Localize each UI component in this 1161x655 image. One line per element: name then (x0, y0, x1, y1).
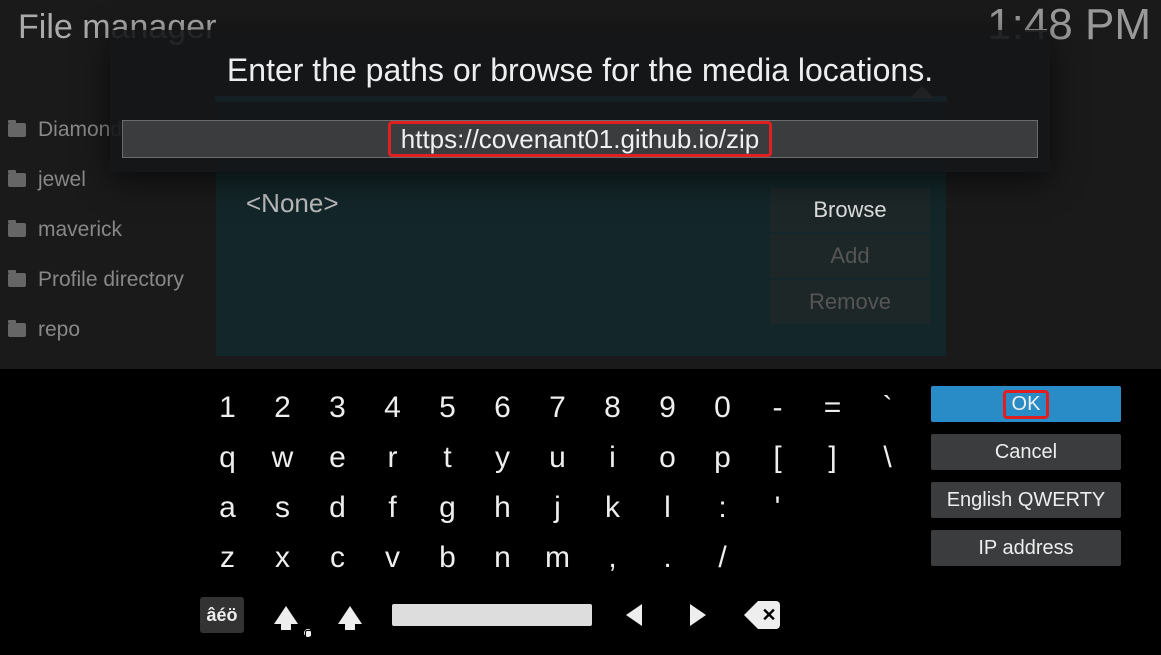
folder-icon (8, 173, 26, 187)
lock-icon (302, 627, 314, 639)
key-\[interactable]: \ (860, 433, 915, 483)
key-u[interactable]: u (530, 433, 585, 483)
key-t[interactable]: t (420, 433, 475, 483)
key-`[interactable]: ` (860, 383, 915, 433)
ip-address-button[interactable]: IP address (931, 530, 1121, 566)
panel-side-buttons: Browse Add Remove (770, 188, 930, 326)
key-5[interactable]: 5 (420, 383, 475, 433)
backspace-key[interactable]: ✕ (740, 597, 784, 633)
folder-icon (8, 123, 26, 137)
shift-icon (274, 606, 298, 624)
key-q[interactable]: q (200, 433, 255, 483)
folder-icon (8, 323, 26, 337)
key-'[interactable]: ' (750, 483, 805, 533)
sidebar-item-profile-directory[interactable]: Profile directory (8, 255, 208, 305)
key-b[interactable]: b (420, 533, 475, 583)
key-l[interactable]: l (640, 483, 695, 533)
cancel-button[interactable]: Cancel (931, 434, 1121, 470)
key-=[interactable]: = (805, 383, 860, 433)
keyboard-row: zxcvbnm,./ (200, 533, 915, 583)
keyboard-row: 1234567890-=` (200, 383, 915, 433)
dialog-prompt: Enter the paths or browse for the media … (110, 52, 1050, 89)
ok-button[interactable]: OK (931, 386, 1121, 422)
spacebar-key[interactable] (392, 604, 592, 626)
key-3[interactable]: 3 (310, 383, 365, 433)
key-e[interactable]: e (310, 433, 365, 483)
key-c[interactable]: c (310, 533, 365, 583)
cursor-left-key[interactable] (612, 597, 656, 633)
sidebar-item-label: repo (38, 318, 80, 342)
remove-button: Remove (770, 280, 930, 324)
triangle-left-icon (626, 604, 642, 626)
key-:[interactable]: : (695, 483, 750, 533)
key-g[interactable]: g (420, 483, 475, 533)
key-][interactable]: ] (805, 433, 860, 483)
shift-icon (338, 606, 362, 624)
key-p[interactable]: p (695, 433, 750, 483)
url-input-value: https://covenant01.github.io/zip (388, 121, 772, 157)
sidebar-item-label: jewel (38, 168, 86, 192)
shift-key[interactable] (328, 597, 372, 633)
caps-lock-key[interactable] (264, 597, 308, 633)
key-a[interactable]: a (200, 483, 255, 533)
path-placeholder[interactable]: <None> (246, 188, 339, 219)
keyboard-row: asdfghjkl:' (200, 483, 915, 533)
key-8[interactable]: 8 (585, 383, 640, 433)
add-button: Add (770, 234, 930, 278)
backspace-icon (744, 601, 758, 629)
key-r[interactable]: r (365, 433, 420, 483)
key-7[interactable]: 7 (530, 383, 585, 433)
sidebar-item-maverick[interactable]: maverick (8, 205, 208, 255)
key-[[interactable]: [ (750, 433, 805, 483)
folder-icon (8, 273, 26, 287)
key-.[interactable]: . (640, 533, 695, 583)
key-d[interactable]: d (310, 483, 365, 533)
url-input[interactable]: https://covenant01.github.io/zip (122, 120, 1038, 158)
key-k[interactable]: k (585, 483, 640, 533)
key-z[interactable]: z (200, 533, 255, 583)
key-9[interactable]: 9 (640, 383, 695, 433)
key-4[interactable]: 4 (365, 383, 420, 433)
sidebar-item-label: Profile directory (38, 268, 184, 292)
sidebar-item-repo[interactable]: repo (8, 305, 208, 355)
key-,[interactable]: , (585, 533, 640, 583)
folder-icon (8, 223, 26, 237)
browse-button[interactable]: Browse (770, 188, 930, 232)
key-0[interactable]: 0 (695, 383, 750, 433)
layout-button[interactable]: English QWERTY (931, 482, 1121, 518)
key-2[interactable]: 2 (255, 383, 310, 433)
key-n[interactable]: n (475, 533, 530, 583)
keyboard-actions: OK Cancel English QWERTY IP address (931, 386, 1121, 566)
key-6[interactable]: 6 (475, 383, 530, 433)
key-v[interactable]: v (365, 533, 420, 583)
key-/[interactable]: / (695, 533, 750, 583)
key-s[interactable]: s (255, 483, 310, 533)
key-h[interactable]: h (475, 483, 530, 533)
input-dialog: Enter the paths or browse for the media … (110, 30, 1050, 172)
key-j[interactable]: j (530, 483, 585, 533)
backspace-x-icon: ✕ (758, 601, 780, 629)
key-m[interactable]: m (530, 533, 585, 583)
key-o[interactable]: o (640, 433, 695, 483)
key-w[interactable]: w (255, 433, 310, 483)
keyboard-row: qwertyuiop[]\ (200, 433, 915, 483)
key-y[interactable]: y (475, 433, 530, 483)
key-f[interactable]: f (365, 483, 420, 533)
key-i[interactable]: i (585, 433, 640, 483)
key--[interactable]: - (750, 383, 805, 433)
cursor-right-key[interactable] (676, 597, 720, 633)
accent-key[interactable]: âéö (200, 597, 244, 633)
key-x[interactable]: x (255, 533, 310, 583)
sidebar-item-label: maverick (38, 218, 122, 242)
key-1[interactable]: 1 (200, 383, 255, 433)
ok-label: OK (1003, 390, 1050, 419)
triangle-right-icon (690, 604, 706, 626)
